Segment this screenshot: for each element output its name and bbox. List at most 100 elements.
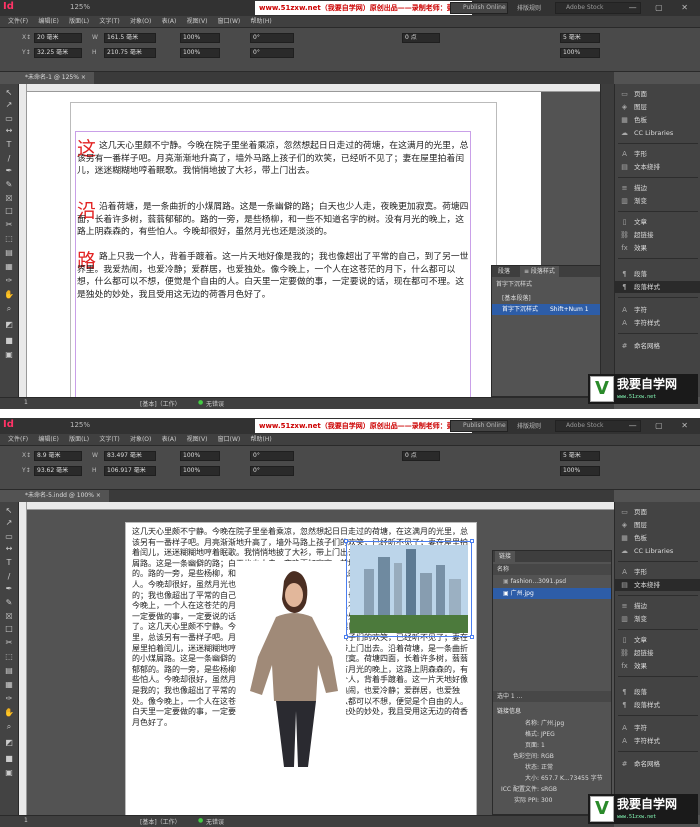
menu-layout[interactable]: 版面(L) [69,434,89,446]
dock-text-wrap[interactable]: ▤ 文本绕排 [615,579,700,591]
free-transform-tool-icon[interactable]: ⬚ [3,234,15,244]
hand-tool-icon[interactable]: ✋ [3,708,15,718]
stroke-weight-field[interactable]: 0 点 [402,451,440,461]
eyedropper-tool-icon[interactable]: ✑ [3,276,15,286]
dock-character[interactable]: A 字符 [615,304,700,316]
document-tab[interactable]: *未命名-1 @ 125% × [19,72,94,84]
menu-table[interactable]: 表(A) [162,16,177,28]
column-gutter-field[interactable]: 5 毫米 [560,451,600,461]
scale-y-field[interactable]: 100% [180,466,220,476]
direct-selection-tool-icon[interactable]: ↗ [3,100,15,110]
dock-paragraph[interactable]: ¶ 段落 [615,686,700,698]
resize-handle[interactable] [470,539,474,543]
paragraph-2[interactable]: 沿着荷塘，是一条曲折的小煤屑路。这是一条幽僻的路；白天也少人走，夜晚更加寂寞。荷… [77,201,471,239]
vertical-ruler[interactable] [19,502,27,815]
dock-glyphs[interactable]: A 字形 [615,148,700,160]
dock-text-wrap[interactable]: ▤ 文本绕排 [615,161,700,173]
style-drop-cap[interactable]: 首字下沉样式 Shift+Num 1 [492,304,610,315]
resize-handle[interactable] [344,635,348,639]
dock-swatches[interactable]: ▦ 色板 [615,532,700,544]
dock-stroke[interactable]: ≡ 描边 [615,600,700,612]
horizontal-ruler[interactable] [27,84,614,92]
w-field[interactable]: 161.5 毫米 [104,33,156,43]
gradient-tool-icon[interactable]: ▤ [3,666,15,676]
line-tool-icon[interactable]: / [3,154,15,164]
paragraph-1[interactable]: 这几天心里颇不宁静。今晚在院子里坐着乘凉，忽然想起日日走过的荷塘，在这满月的光里… [77,140,471,178]
resize-handle[interactable] [344,539,348,543]
direct-selection-tool-icon[interactable]: ↗ [3,518,15,528]
dock-gradient[interactable]: ▥ 渐变 [615,195,700,207]
fashion-image[interactable] [236,561,346,771]
dock-paragraph-styles[interactable]: ¶ 段落样式 [615,699,700,711]
gradient-tool-icon[interactable]: ▤ [3,248,15,258]
scale-x-field[interactable]: 100% [180,451,220,461]
window-controls[interactable]: — ▢ ✕ [629,421,696,430]
dock-hyperlinks[interactable]: ⛓ 超链接 [615,647,700,659]
dock-story[interactable]: ▯ 文章 [615,634,700,646]
shear-field[interactable]: 0° [250,466,294,476]
scale-x-field[interactable]: 100% [180,33,220,43]
tab-paragraph[interactable]: 段落 [494,266,514,277]
type-tool-icon[interactable]: T [3,558,15,568]
dock-paragraph[interactable]: ¶ 段落 [615,268,700,280]
dock-pages[interactable]: ▭ 页面 [615,88,700,100]
zoom-select[interactable]: 125% [70,3,90,11]
menu-window[interactable]: 窗口(W) [218,434,241,446]
dock-layers[interactable]: ◈ 图层 [615,519,700,531]
menu-file[interactable]: 文件(F) [8,16,28,28]
menu-table[interactable]: 表(A) [162,434,177,446]
menu-object[interactable]: 对象(O) [130,16,151,28]
selection-tool-icon[interactable]: ↖ [3,88,15,98]
h-field[interactable]: 210.75 毫米 [104,48,156,58]
dock-character-styles[interactable]: A 字符样式 [615,735,700,747]
page-number[interactable]: 1 [24,399,28,406]
dock-layers[interactable]: ◈ 图层 [615,101,700,113]
pencil-tool-icon[interactable]: ✎ [3,598,15,608]
vertical-ruler[interactable] [19,84,27,397]
paragraph-3[interactable]: 路上只我一个人，背着手踱着。这一片天地好像是我的；我也像超出了平常的自己，到了另… [77,251,471,301]
page-number[interactable]: 1 [24,817,28,824]
links-column-header[interactable]: 名称 [493,564,611,575]
fill-stroke-icon[interactable]: ◩ [3,320,15,330]
menu-type[interactable]: 文字(T) [99,434,119,446]
rect-frame-tool-icon[interactable]: ☒ [3,194,15,204]
apply-color-icon[interactable]: ■ [3,754,15,764]
h-field[interactable]: 106.917 毫米 [104,466,156,476]
pen-tool-icon[interactable]: ✒ [3,166,15,176]
apply-color-icon[interactable]: ■ [3,336,15,346]
rect-frame-tool-icon[interactable]: ☒ [3,612,15,622]
screen-mode-icon[interactable]: ▣ [3,350,15,360]
selection-tool-icon[interactable]: ↖ [3,506,15,516]
dock-cc-libraries[interactable]: ☁ CC Libraries [615,545,700,557]
gap-tool-icon[interactable]: ↔ [3,126,15,136]
eyedropper-tool-icon[interactable]: ✑ [3,694,15,704]
resize-handle[interactable] [470,635,474,639]
dock-effects[interactable]: fx 效果 [615,660,700,672]
stroke-weight-field[interactable]: 0 点 [402,33,440,43]
column-gutter-field[interactable]: 5 毫米 [560,33,600,43]
line-tool-icon[interactable]: / [3,572,15,582]
menu-object[interactable]: 对象(O) [130,434,151,446]
menu-view[interactable]: 视图(V) [187,434,208,446]
rotate-field[interactable]: 0° [250,33,294,43]
dock-character-styles[interactable]: A 字符样式 [615,317,700,329]
menu-type[interactable]: 文字(T) [99,16,119,28]
style-basic-paragraph[interactable]: [基本段落] [492,293,610,304]
menu-window[interactable]: 窗口(W) [218,16,241,28]
y-field[interactable]: 32.25 毫米 [34,48,82,58]
opacity-field[interactable]: 100% [560,466,600,476]
publish-online-button[interactable]: Publish Online [450,2,508,14]
free-transform-tool-icon[interactable]: ⬚ [3,652,15,662]
selection-frame[interactable] [346,541,472,637]
preflight-status[interactable]: 无错误 [206,399,224,408]
note-tool-icon[interactable]: ▦ [3,262,15,272]
pencil-tool-icon[interactable]: ✎ [3,180,15,190]
dock-stroke[interactable]: ≡ 描边 [615,182,700,194]
rotate-field[interactable]: 0° [250,451,294,461]
window-controls[interactable]: — ▢ ✕ [629,3,696,12]
menu-view[interactable]: 视图(V) [187,16,208,28]
dock-swatches[interactable]: ▦ 色板 [615,114,700,126]
scissors-tool-icon[interactable]: ✂ [3,638,15,648]
link-item-fashion[interactable]: ▣ fashion...3091.psd [493,576,611,587]
zoom-tool-icon[interactable]: ⌕ [3,304,15,314]
